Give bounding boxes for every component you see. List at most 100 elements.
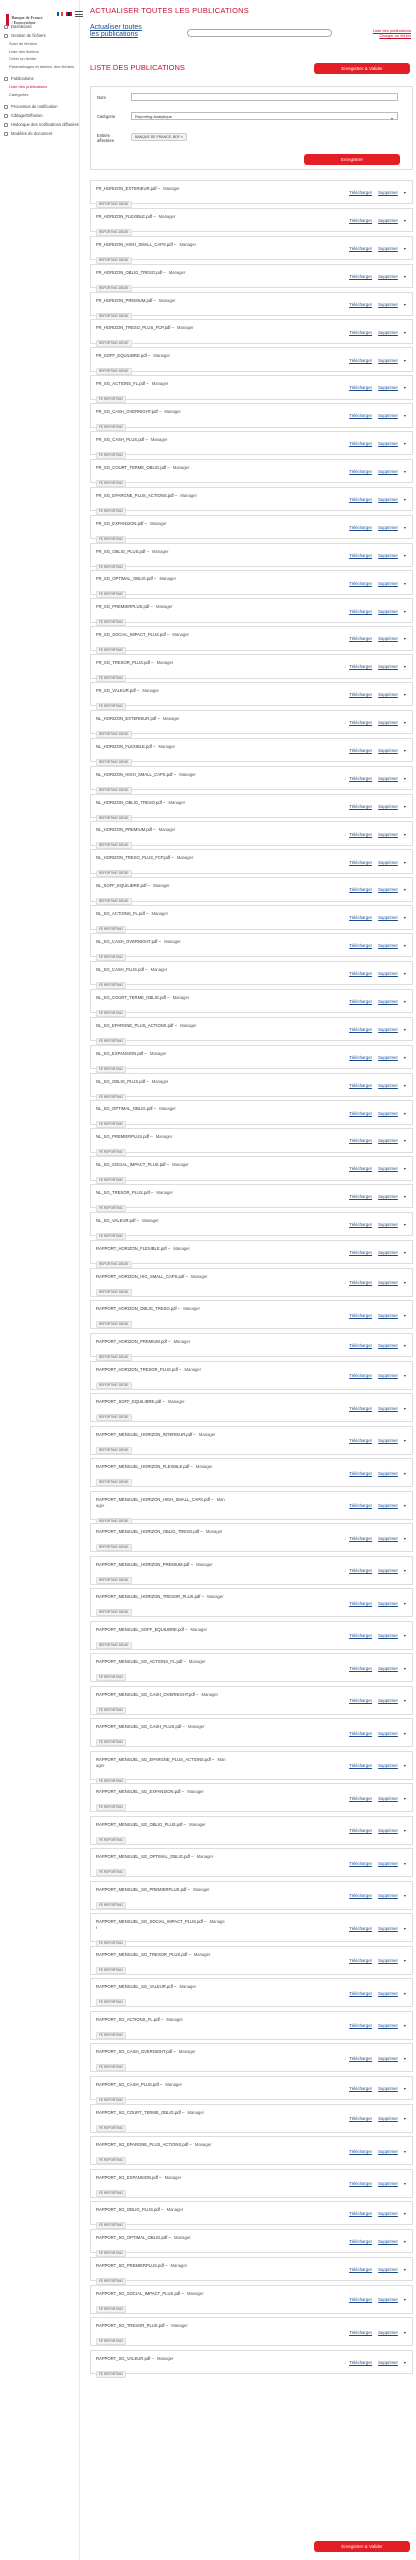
delete-link[interactable]: Supprimer — [378, 609, 398, 614]
download-link[interactable]: Télécharger — [349, 720, 372, 725]
delete-link[interactable]: Supprimer — [378, 999, 398, 1004]
publication-name[interactable]: NL_HORIZON_FLEXIBLE.pdf — [96, 744, 152, 749]
delete-link[interactable]: Supprimer — [378, 1796, 398, 1801]
expand-chevron-icon[interactable]: ▾ — [404, 943, 406, 948]
sidebar-sub-files-list[interactable]: Liste des fichiers — [0, 48, 80, 56]
publication-name[interactable]: NL_SG_TRESOR_PLUS.pdf — [96, 1190, 150, 1195]
expand-chevron-icon[interactable]: ▾ — [404, 246, 406, 251]
delete-link[interactable]: Supprimer — [378, 358, 398, 363]
delete-link[interactable]: Supprimer — [378, 1633, 398, 1638]
expand-chevron-icon[interactable]: ▾ — [404, 2297, 406, 2302]
expand-chevron-icon[interactable]: ▾ — [404, 2149, 406, 2154]
publication-name[interactable]: RAPPORT_MENSUEL_SG_PREMIERPLUS.pdf — [96, 1887, 186, 1892]
download-link[interactable]: Télécharger — [349, 1138, 372, 1143]
publication-name[interactable]: RAPPORT_MENSUEL_SG_CASH_OVERNIGHT.pdf — [96, 1692, 195, 1697]
download-link[interactable]: Télécharger — [349, 413, 372, 418]
delete-link[interactable]: Supprimer — [378, 385, 398, 390]
delete-link[interactable]: Supprimer — [378, 1406, 398, 1411]
delete-link[interactable]: Supprimer — [378, 246, 398, 251]
publication-name[interactable]: RAPPORT_MENSUEL_SG_EPARGNE_PLUS_ACTIONS.… — [96, 1757, 211, 1762]
download-link[interactable]: Télécharger — [349, 1893, 372, 1898]
delete-link[interactable]: Supprimer — [378, 413, 398, 418]
publication-name[interactable]: NL_SG_EPARGNE_PLUS_ACTIONS.pdf — [96, 1023, 173, 1028]
delete-link[interactable]: Supprimer — [378, 2297, 398, 2302]
expand-chevron-icon[interactable]: ▾ — [404, 1958, 406, 1963]
download-link[interactable]: Télécharger — [349, 2330, 372, 2335]
publication-name[interactable]: FR_SG_CASH_PLUS.pdf — [96, 437, 144, 442]
publication-name[interactable]: RAPPORT_SG_TRESOR_PLUS.pdf — [96, 2323, 165, 2328]
publication-name[interactable]: FR_SG_VALEUR.pdf — [96, 688, 136, 693]
expand-chevron-icon[interactable]: ▾ — [404, 1250, 406, 1255]
download-link[interactable]: Télécharger — [349, 2181, 372, 2186]
expand-chevron-icon[interactable]: ▾ — [404, 2023, 406, 2028]
expand-chevron-icon[interactable]: ▾ — [404, 1763, 406, 1768]
download-link[interactable]: Télécharger — [349, 832, 372, 837]
category-select[interactable]: Reporting Analytique ▾ — [131, 112, 398, 121]
expand-chevron-icon[interactable]: ▾ — [404, 2056, 406, 2061]
expand-chevron-icon[interactable]: ▾ — [404, 804, 406, 809]
download-link[interactable]: Télécharger — [349, 302, 372, 307]
publication-name[interactable]: RAPPORT_SG_OBLIG_PLUS.pdf — [96, 2207, 160, 2212]
download-link[interactable]: Télécharger — [349, 664, 372, 669]
remove-chip-icon[interactable]: × — [181, 135, 183, 139]
delete-link[interactable]: Supprimer — [378, 664, 398, 669]
download-link[interactable]: Télécharger — [349, 581, 372, 586]
publication-name[interactable]: FR_HORIZON_HIGH_SMALL_CAPS.pdf — [96, 242, 173, 247]
download-link[interactable]: Télécharger — [349, 1194, 372, 1199]
expand-chevron-icon[interactable]: ▾ — [404, 1926, 406, 1931]
delete-link[interactable]: Supprimer — [378, 1313, 398, 1318]
expand-chevron-icon[interactable]: ▾ — [404, 190, 406, 195]
publication-name[interactable]: FR_HORIZON_EXTERIEUR.pdf — [96, 186, 157, 191]
delete-link[interactable]: Supprimer — [378, 1194, 398, 1199]
download-link[interactable]: Télécharger — [349, 1166, 372, 1171]
download-link[interactable]: Télécharger — [349, 2023, 372, 2028]
download-link[interactable]: Télécharger — [349, 2086, 372, 2091]
delete-link[interactable]: Supprimer — [378, 1111, 398, 1116]
delete-link[interactable]: Supprimer — [378, 1731, 398, 1736]
publication-name[interactable]: FR_SG_EPARGNE_PLUS_ACTIONS.pdf — [96, 493, 174, 498]
download-link[interactable]: Télécharger — [349, 1731, 372, 1736]
download-link[interactable]: Télécharger — [349, 2149, 372, 2154]
delete-link[interactable]: Supprimer — [378, 1926, 398, 1931]
download-link[interactable]: Télécharger — [349, 748, 372, 753]
expand-chevron-icon[interactable]: ▾ — [404, 1796, 406, 1801]
sidebar-item-templates[interactable]: Modèles de document — [0, 129, 80, 138]
expand-chevron-icon[interactable]: ▾ — [404, 413, 406, 418]
publication-name[interactable]: NL_HORIZON_OBLIG_TRESO.pdf — [96, 800, 162, 805]
download-link[interactable]: Télécharger — [349, 943, 372, 948]
expand-chevron-icon[interactable]: ▾ — [404, 832, 406, 837]
flag-en-icon[interactable] — [66, 12, 72, 16]
sidebar-sub-files-tracking[interactable]: Suivi de fichiers — [0, 40, 80, 48]
delete-link[interactable]: Supprimer — [378, 915, 398, 920]
publication-name[interactable]: FR_SG_CASH_OVERNIGHT.pdf — [96, 409, 158, 414]
delete-link[interactable]: Supprimer — [378, 1438, 398, 1443]
publication-name[interactable]: NL_SG_COURT_TERME_OBLIG.pdf — [96, 995, 166, 1000]
delete-link[interactable]: Supprimer — [378, 2211, 398, 2216]
expand-chevron-icon[interactable]: ▾ — [404, 971, 406, 976]
expand-chevron-icon[interactable]: ▾ — [404, 441, 406, 446]
publication-name[interactable]: NL_SG_SOCIAL_IMPACT_PLUS.pdf — [96, 1162, 166, 1167]
delete-link[interactable]: Supprimer — [378, 525, 398, 530]
download-link[interactable]: Télécharger — [349, 469, 372, 474]
delete-link[interactable]: Supprimer — [378, 302, 398, 307]
delete-link[interactable]: Supprimer — [378, 2330, 398, 2335]
download-link[interactable]: Télécharger — [349, 525, 372, 530]
download-link[interactable]: Télécharger — [349, 1471, 372, 1476]
expand-chevron-icon[interactable]: ▾ — [404, 1991, 406, 1996]
publication-name[interactable]: RAPPORT_SG_EXPANSION.pdf — [96, 2175, 158, 2180]
delete-link[interactable]: Supprimer — [378, 1471, 398, 1476]
expand-chevron-icon[interactable]: ▾ — [404, 1828, 406, 1833]
publication-name[interactable]: RAPPORT_MENSUEL_HORIZON_INTERIEUR.pdf — [96, 1432, 192, 1437]
download-link[interactable]: Télécharger — [349, 1763, 372, 1768]
download-link[interactable]: Télécharger — [349, 190, 372, 195]
publication-name[interactable]: RAPPORT_SG_OPTIMAL_OBLIG.pdf — [96, 2235, 167, 2240]
download-link[interactable]: Télécharger — [349, 246, 372, 251]
expand-chevron-icon[interactable]: ▾ — [404, 1313, 406, 1318]
delete-link[interactable]: Supprimer — [378, 553, 398, 558]
expand-chevron-icon[interactable]: ▾ — [404, 748, 406, 753]
download-link[interactable]: Télécharger — [349, 1828, 372, 1833]
publication-name[interactable]: RAPPORT_SG_CASH_PLUS.pdf — [96, 2082, 159, 2087]
delete-link[interactable]: Supprimer — [378, 943, 398, 948]
download-link[interactable]: Télécharger — [349, 1861, 372, 1866]
delete-link[interactable]: Supprimer — [378, 1893, 398, 1898]
